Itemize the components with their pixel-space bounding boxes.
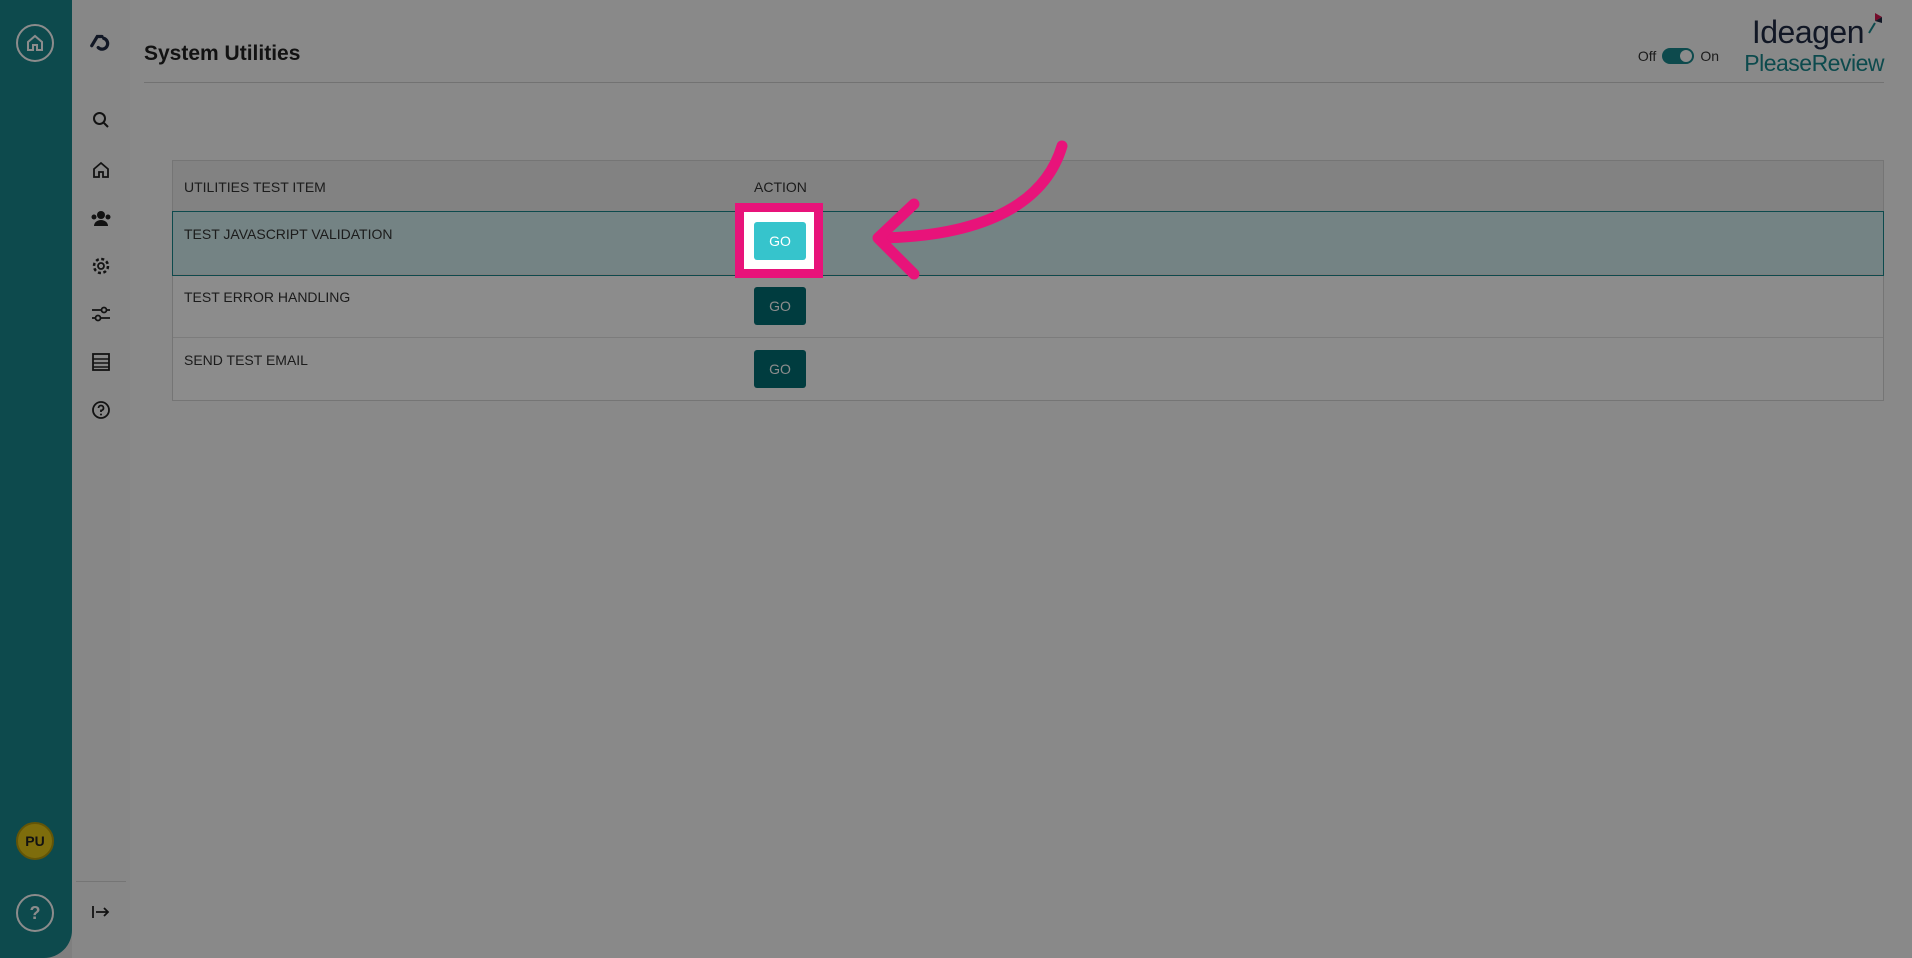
column-header-item: UTILITIES TEST ITEM — [184, 179, 326, 195]
toggle-knob — [1680, 50, 1693, 62]
pleasereview-logo-icon[interactable] — [89, 30, 113, 54]
app-rail: PU ? — [0, 0, 72, 958]
home-hub-button[interactable] — [16, 24, 54, 62]
row-item-name: TEST ERROR HANDLING — [184, 289, 351, 305]
go-button-error-handling[interactable]: GO — [754, 287, 806, 325]
home-hub-icon — [27, 34, 43, 51]
sliders-icon[interactable] — [89, 302, 113, 326]
row-item-name: TEST JAVASCRIPT VALIDATION — [184, 226, 393, 242]
column-header-action: ACTION — [754, 179, 807, 195]
toggle-off-label: Off — [1637, 48, 1657, 64]
highlight-box — [735, 203, 823, 278]
row-item-name: SEND TEST EMAIL — [184, 352, 308, 368]
help-circle-icon[interactable] — [89, 398, 113, 422]
home-icon[interactable] — [89, 158, 113, 182]
product-name: PleaseReview — [1744, 50, 1884, 76]
search-icon[interactable] — [89, 108, 113, 132]
table-row[interactable]: SEND TEST EMAIL GO — [173, 338, 1883, 400]
user-avatar[interactable]: PU — [16, 822, 54, 860]
icon-sidebar — [72, 0, 131, 958]
help-icon: ? — [29, 902, 41, 923]
off-on-toggle-group: Off On — [1638, 48, 1719, 64]
help-button[interactable]: ? — [16, 894, 54, 932]
expand-sidebar-icon[interactable] — [89, 900, 113, 924]
brand-logo: Ideagen PleaseReview — [1734, 12, 1884, 76]
pointer-arrow-icon — [872, 140, 1068, 280]
page-header: System Utilities Off On Ideagen PleaseRe… — [144, 0, 1884, 83]
toggle-on-label: On — [1700, 48, 1719, 64]
list-icon[interactable] — [89, 350, 113, 374]
page-title: System Utilities — [144, 42, 301, 65]
gear-icon[interactable] — [89, 254, 113, 278]
brand-mark-icon — [1868, 13, 1882, 34]
brand-name: Ideagen — [1751, 14, 1865, 50]
sidebar-divider — [76, 881, 126, 882]
off-on-toggle[interactable] — [1662, 48, 1695, 64]
users-icon[interactable] — [89, 206, 113, 230]
go-button-send-test-email[interactable]: GO — [754, 350, 806, 388]
